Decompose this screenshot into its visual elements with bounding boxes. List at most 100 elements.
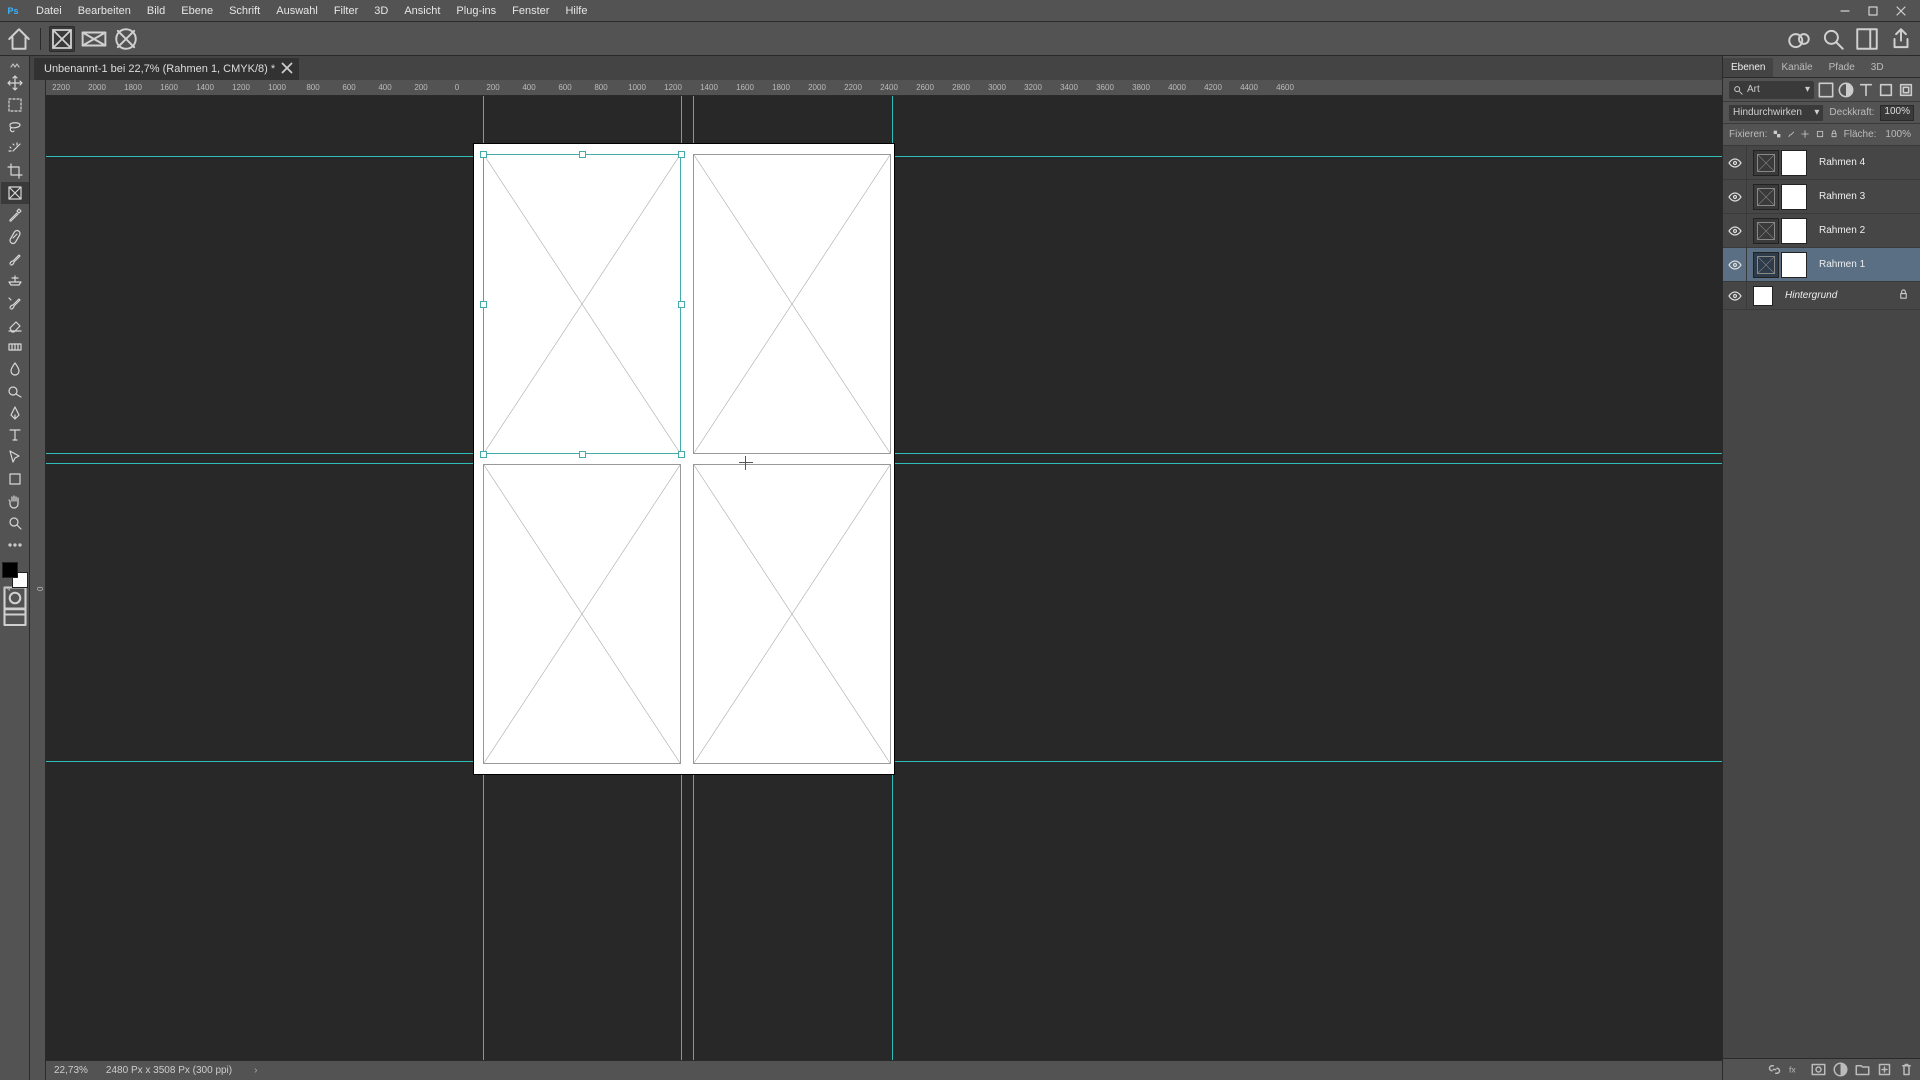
frame-orient-h-option[interactable] xyxy=(81,26,107,52)
toolbox-expand-icon[interactable] xyxy=(0,60,29,72)
lock-artboard-icon[interactable] xyxy=(1816,127,1824,143)
menu-filter[interactable]: Filter xyxy=(326,5,366,17)
healing-brush-tool[interactable] xyxy=(1,226,29,248)
clone-stamp-tool[interactable] xyxy=(1,270,29,292)
screenmode-button[interactable] xyxy=(1,608,29,628)
cloud-docs-button[interactable] xyxy=(1786,26,1812,52)
visibility-icon[interactable] xyxy=(1723,282,1747,309)
visibility-icon[interactable] xyxy=(1723,180,1747,213)
status-menu-icon[interactable]: › xyxy=(254,1065,257,1076)
eraser-tool[interactable] xyxy=(1,314,29,336)
maximize-button[interactable] xyxy=(1860,2,1886,20)
transform-handle[interactable] xyxy=(579,451,586,458)
frame[interactable] xyxy=(693,464,891,764)
type-tool[interactable] xyxy=(1,424,29,446)
layer-row[interactable]: Rahmen 1 xyxy=(1723,248,1920,282)
transform-handle[interactable] xyxy=(678,451,685,458)
adjustment-layer-icon[interactable] xyxy=(1833,1062,1848,1077)
layer-thumb[interactable] xyxy=(1753,286,1773,306)
zoom-level[interactable]: 22,73% xyxy=(54,1065,88,1076)
lasso-tool[interactable] xyxy=(1,116,29,138)
minimize-button[interactable] xyxy=(1832,2,1858,20)
lock-position-icon[interactable] xyxy=(1801,127,1809,143)
menu-schrift[interactable]: Schrift xyxy=(221,5,268,17)
menu-3d[interactable]: 3D xyxy=(366,5,396,17)
menu-hilfe[interactable]: Hilfe xyxy=(557,5,595,17)
panel-tab-3d[interactable]: 3D xyxy=(1863,58,1892,77)
menu-auswahl[interactable]: Auswahl xyxy=(268,5,326,17)
menu-datei[interactable]: Datei xyxy=(28,5,70,17)
edit-toolbar-button[interactable] xyxy=(1,534,29,556)
marquee-tool[interactable] xyxy=(1,94,29,116)
layer-content-thumb[interactable] xyxy=(1781,184,1807,210)
delete-layer-icon[interactable] xyxy=(1899,1062,1914,1077)
panel-tab-kanäle[interactable]: Kanäle xyxy=(1773,58,1820,77)
layer-content-thumb[interactable] xyxy=(1781,252,1807,278)
document-tab[interactable]: Unbenannt-1 bei 22,7% (Rahmen 1, CMYK/8)… xyxy=(34,58,299,80)
new-layer-icon[interactable] xyxy=(1877,1062,1892,1077)
lock-transparent-icon[interactable] xyxy=(1773,127,1781,143)
layer-name[interactable]: Rahmen 2 xyxy=(1819,225,1914,236)
menu-plug-ins[interactable]: Plug-ins xyxy=(448,5,504,17)
menu-ebene[interactable]: Ebene xyxy=(173,5,221,17)
frame-tool[interactable] xyxy=(1,182,29,204)
filter-adjust-icon[interactable] xyxy=(1838,82,1854,98)
brush-tool[interactable] xyxy=(1,248,29,270)
transform-handle[interactable] xyxy=(579,151,586,158)
pen-tool[interactable] xyxy=(1,402,29,424)
layer-name[interactable]: Rahmen 4 xyxy=(1819,157,1914,168)
transform-handle[interactable] xyxy=(480,151,487,158)
shape-tool[interactable] xyxy=(1,468,29,490)
layer-frame-thumb[interactable] xyxy=(1753,184,1779,210)
layer-row[interactable]: Rahmen 2 xyxy=(1723,214,1920,248)
magic-wand-tool[interactable] xyxy=(1,138,29,160)
filter-smart-icon[interactable] xyxy=(1898,82,1914,98)
layer-mask-icon[interactable] xyxy=(1811,1062,1826,1077)
menu-bild[interactable]: Bild xyxy=(139,5,173,17)
layer-content-thumb[interactable] xyxy=(1781,218,1807,244)
menu-bearbeiten[interactable]: Bearbeiten xyxy=(70,5,139,17)
visibility-icon[interactable] xyxy=(1723,248,1747,281)
workspace-button[interactable] xyxy=(1854,26,1880,52)
layer-name[interactable]: Rahmen 3 xyxy=(1819,191,1914,202)
frame-ellipse-option[interactable] xyxy=(113,26,139,52)
close-window-button[interactable] xyxy=(1888,2,1914,20)
layer-content-thumb[interactable] xyxy=(1781,150,1807,176)
frame[interactable] xyxy=(483,464,681,764)
home-button[interactable] xyxy=(6,26,32,52)
filter-type-icon[interactable] xyxy=(1858,82,1874,98)
path-select-tool[interactable] xyxy=(1,446,29,468)
share-button[interactable] xyxy=(1888,26,1914,52)
transform-handle[interactable] xyxy=(678,151,685,158)
visibility-icon[interactable] xyxy=(1723,214,1747,247)
layer-row[interactable]: Rahmen 3 xyxy=(1723,180,1920,214)
transform-handle[interactable] xyxy=(480,451,487,458)
visibility-icon[interactable] xyxy=(1723,146,1747,179)
panel-tab-pfade[interactable]: Pfade xyxy=(1821,58,1863,77)
fill-value[interactable]: 100% xyxy=(1882,129,1914,140)
layer-name[interactable]: Hintergrund xyxy=(1785,290,1898,301)
history-brush-tool[interactable] xyxy=(1,292,29,314)
filter-pixel-icon[interactable] xyxy=(1818,82,1834,98)
ruler-vertical[interactable]: 0204060801001201401601802002202402602803… xyxy=(30,80,46,1080)
lock-all-icon[interactable] xyxy=(1830,127,1838,143)
group-icon[interactable] xyxy=(1855,1062,1870,1077)
ruler-horizontal[interactable]: 2200200018001600140012001000800600400200… xyxy=(46,80,1722,96)
blur-tool[interactable] xyxy=(1,358,29,380)
dodge-tool[interactable] xyxy=(1,380,29,402)
frame-rect-option[interactable] xyxy=(49,26,75,52)
link-layers-icon[interactable] xyxy=(1767,1062,1782,1077)
transform-handle[interactable] xyxy=(678,301,685,308)
layer-frame-thumb[interactable] xyxy=(1753,218,1779,244)
layer-fx-icon[interactable]: fx xyxy=(1789,1062,1804,1077)
layer-frame-thumb[interactable] xyxy=(1753,252,1779,278)
transform-handle[interactable] xyxy=(480,301,487,308)
opacity-value[interactable]: 100% xyxy=(1880,105,1914,121)
zoom-tool[interactable] xyxy=(1,512,29,534)
layer-frame-thumb[interactable] xyxy=(1753,150,1779,176)
crop-tool[interactable] xyxy=(1,160,29,182)
document-dimensions[interactable]: 2480 Px x 3508 Px (300 ppi) xyxy=(106,1065,232,1076)
layer-row[interactable]: Hintergrund xyxy=(1723,282,1920,310)
eyedropper-tool[interactable] xyxy=(1,204,29,226)
hand-tool[interactable] xyxy=(1,490,29,512)
